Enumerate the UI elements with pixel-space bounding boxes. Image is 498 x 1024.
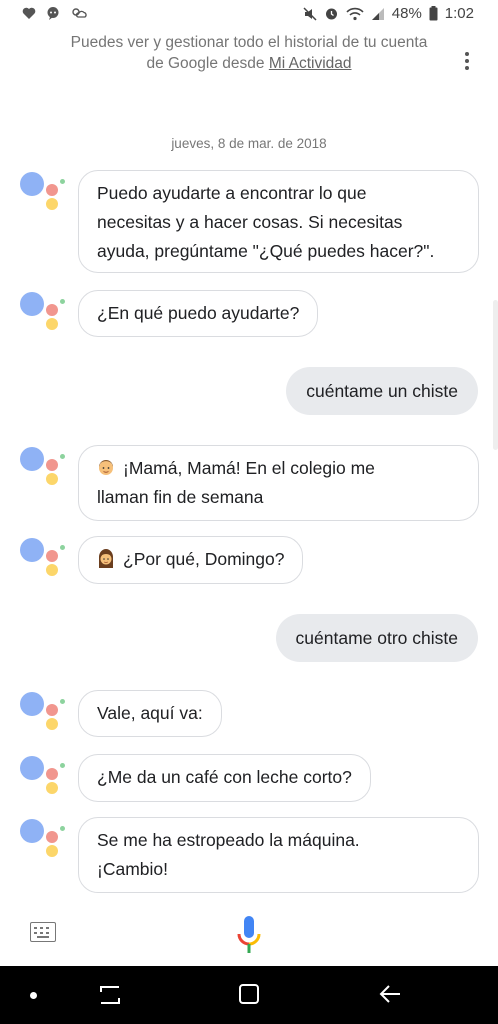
input-bar bbox=[0, 906, 498, 964]
alarm-icon bbox=[325, 8, 337, 20]
assistant-bubble: ¡Mamá, Mamá! En el colegio me llaman fin… bbox=[78, 445, 479, 521]
assistant-logo-icon bbox=[20, 690, 70, 740]
battery-icon bbox=[429, 6, 438, 21]
assistant-bubble: Vale, aquí va: bbox=[78, 690, 222, 737]
mic-icon[interactable] bbox=[236, 914, 262, 956]
navigation-bar bbox=[0, 966, 498, 1024]
system-icons: 48% 1:02 bbox=[303, 5, 474, 22]
user-bubble: cuéntame un chiste bbox=[286, 367, 478, 415]
assistant-bubble: ¿Me da un café con leche corto? bbox=[78, 754, 371, 802]
assistant-logo-icon bbox=[20, 536, 70, 586]
assistant-logo-icon bbox=[20, 817, 70, 867]
assistant-logo-icon bbox=[20, 170, 70, 220]
assistant-bubble: Puedo ayudarte a encontrar lo que necesi… bbox=[78, 170, 479, 273]
history-notice-line1: Puedes ver y gestionar todo el historial… bbox=[70, 34, 428, 51]
status-bar: 48% 1:02 bbox=[0, 0, 498, 30]
conversation-date: jueves, 8 de mar. de 2018 bbox=[171, 136, 327, 151]
clock: 1:02 bbox=[444, 5, 474, 22]
wifi-icon bbox=[346, 7, 364, 20]
my-activity-link[interactable]: Mi Actividad bbox=[269, 55, 352, 72]
assistant-bubble: Se me ha estropeado la máquina. ¡Cambio! bbox=[78, 817, 479, 893]
mute-icon bbox=[303, 6, 317, 21]
boy-emoji bbox=[99, 460, 113, 475]
heart-icon bbox=[22, 7, 36, 19]
home-icon[interactable] bbox=[239, 984, 259, 1004]
assistant-bubble: ¿En qué puedo ayudarte? bbox=[78, 290, 319, 337]
back-icon[interactable] bbox=[378, 982, 402, 1006]
battery-percent: 48% bbox=[391, 5, 422, 22]
woman-emoji bbox=[99, 549, 113, 568]
history-notice-line2: de Google desde bbox=[146, 55, 269, 72]
dot-icon[interactable] bbox=[30, 992, 37, 999]
scrollbar[interactable] bbox=[493, 300, 498, 450]
history-notice: Puedes ver y gestionar todo el historial… bbox=[0, 32, 498, 74]
assistant-bubble: ¿Por qué, Domingo? bbox=[78, 536, 304, 584]
keyboard-icon[interactable] bbox=[30, 922, 56, 942]
user-bubble: cuéntame otro chiste bbox=[275, 614, 478, 662]
assistant-logo-icon bbox=[20, 290, 70, 340]
assistant-logo-icon bbox=[20, 445, 70, 495]
assistant-logo-icon bbox=[20, 754, 70, 804]
chat-icon bbox=[47, 7, 59, 20]
overflow-menu-icon[interactable] bbox=[464, 52, 470, 73]
weather-icon bbox=[72, 8, 87, 18]
signal-icon bbox=[371, 7, 384, 20]
recent-apps-icon[interactable] bbox=[98, 984, 122, 1006]
notification-icons bbox=[22, 6, 88, 20]
